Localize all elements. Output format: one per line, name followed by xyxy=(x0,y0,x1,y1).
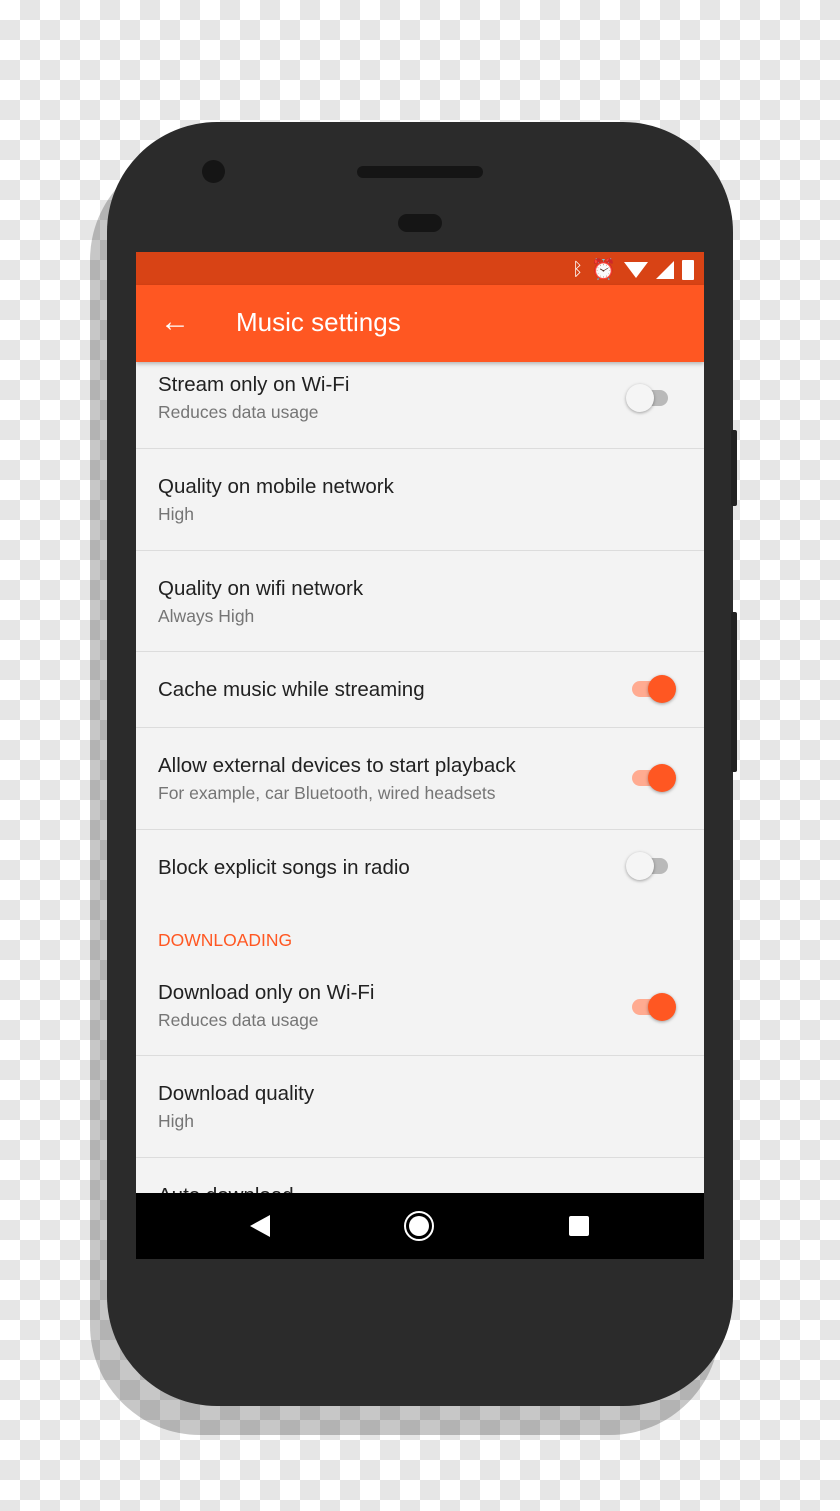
toggle-switch[interactable] xyxy=(626,852,668,880)
toggle-switch[interactable] xyxy=(632,675,676,703)
toggle-switch[interactable] xyxy=(632,993,676,1021)
setting-download-wifi[interactable]: Download only on Wi-Fi Reduces data usag… xyxy=(136,964,704,1056)
setting-title: Allow external devices to start playback xyxy=(158,754,516,777)
setting-title: Block explicit songs in radio xyxy=(158,856,410,879)
front-camera xyxy=(202,160,225,183)
setting-subtitle: High xyxy=(158,1111,194,1131)
toggle-switch[interactable] xyxy=(626,384,668,412)
setting-title: Quality on wifi network xyxy=(158,577,364,600)
app-bar: ← Music settings xyxy=(136,285,704,362)
setting-title: Stream only on Wi-Fi xyxy=(158,373,350,396)
earpiece-speaker xyxy=(357,166,483,178)
bluetooth-icon: ᛒ xyxy=(572,259,584,279)
back-icon[interactable] xyxy=(250,1215,270,1237)
signal-icon xyxy=(656,260,674,279)
setting-block-explicit[interactable]: Block explicit songs in radio xyxy=(136,830,704,906)
setting-title: Download only on Wi-Fi xyxy=(158,981,375,1004)
setting-title: Cache music while streaming xyxy=(158,678,425,701)
setting-title: Download quality xyxy=(158,1082,315,1105)
setting-subtitle: Always High xyxy=(158,606,255,626)
setting-download-quality[interactable]: Download quality High xyxy=(136,1056,704,1158)
home-icon[interactable] xyxy=(404,1211,434,1241)
navigation-bar xyxy=(136,1193,704,1259)
setting-subtitle: For example, car Bluetooth, wired headse… xyxy=(158,783,496,803)
setting-subtitle: High xyxy=(158,504,194,524)
arrow-left-icon[interactable]: ← xyxy=(160,305,190,339)
section-header-downloading: DOWNLOADING xyxy=(158,930,293,950)
recents-icon[interactable] xyxy=(569,1216,589,1236)
setting-external-devices[interactable]: Allow external devices to start playback… xyxy=(136,728,704,830)
screen: ᛒ ⏰ ← Music settings Stream only on Wi-F… xyxy=(136,252,704,1259)
phone-power-button xyxy=(731,430,737,506)
wifi-icon xyxy=(624,261,648,278)
setting-title: Quality on mobile network xyxy=(158,475,394,498)
setting-stream-wifi[interactable]: Stream only on Wi-Fi Reduces data usage xyxy=(136,362,704,449)
setting-subtitle: Reduces data usage xyxy=(158,1010,319,1030)
setting-quality-mobile[interactable]: Quality on mobile network High xyxy=(136,449,704,551)
toggle-switch[interactable] xyxy=(632,764,676,792)
battery-icon xyxy=(682,259,694,280)
sensor xyxy=(398,214,442,232)
setting-quality-wifi[interactable]: Quality on wifi network Always High xyxy=(136,551,704,652)
setting-subtitle: Reduces data usage xyxy=(158,402,319,422)
alarm-icon: ⏰ xyxy=(591,259,616,281)
page-title: Music settings xyxy=(236,307,401,337)
status-bar: ᛒ ⏰ xyxy=(136,252,704,285)
setting-cache-music[interactable]: Cache music while streaming xyxy=(136,652,704,728)
phone-volume-button xyxy=(731,612,737,772)
